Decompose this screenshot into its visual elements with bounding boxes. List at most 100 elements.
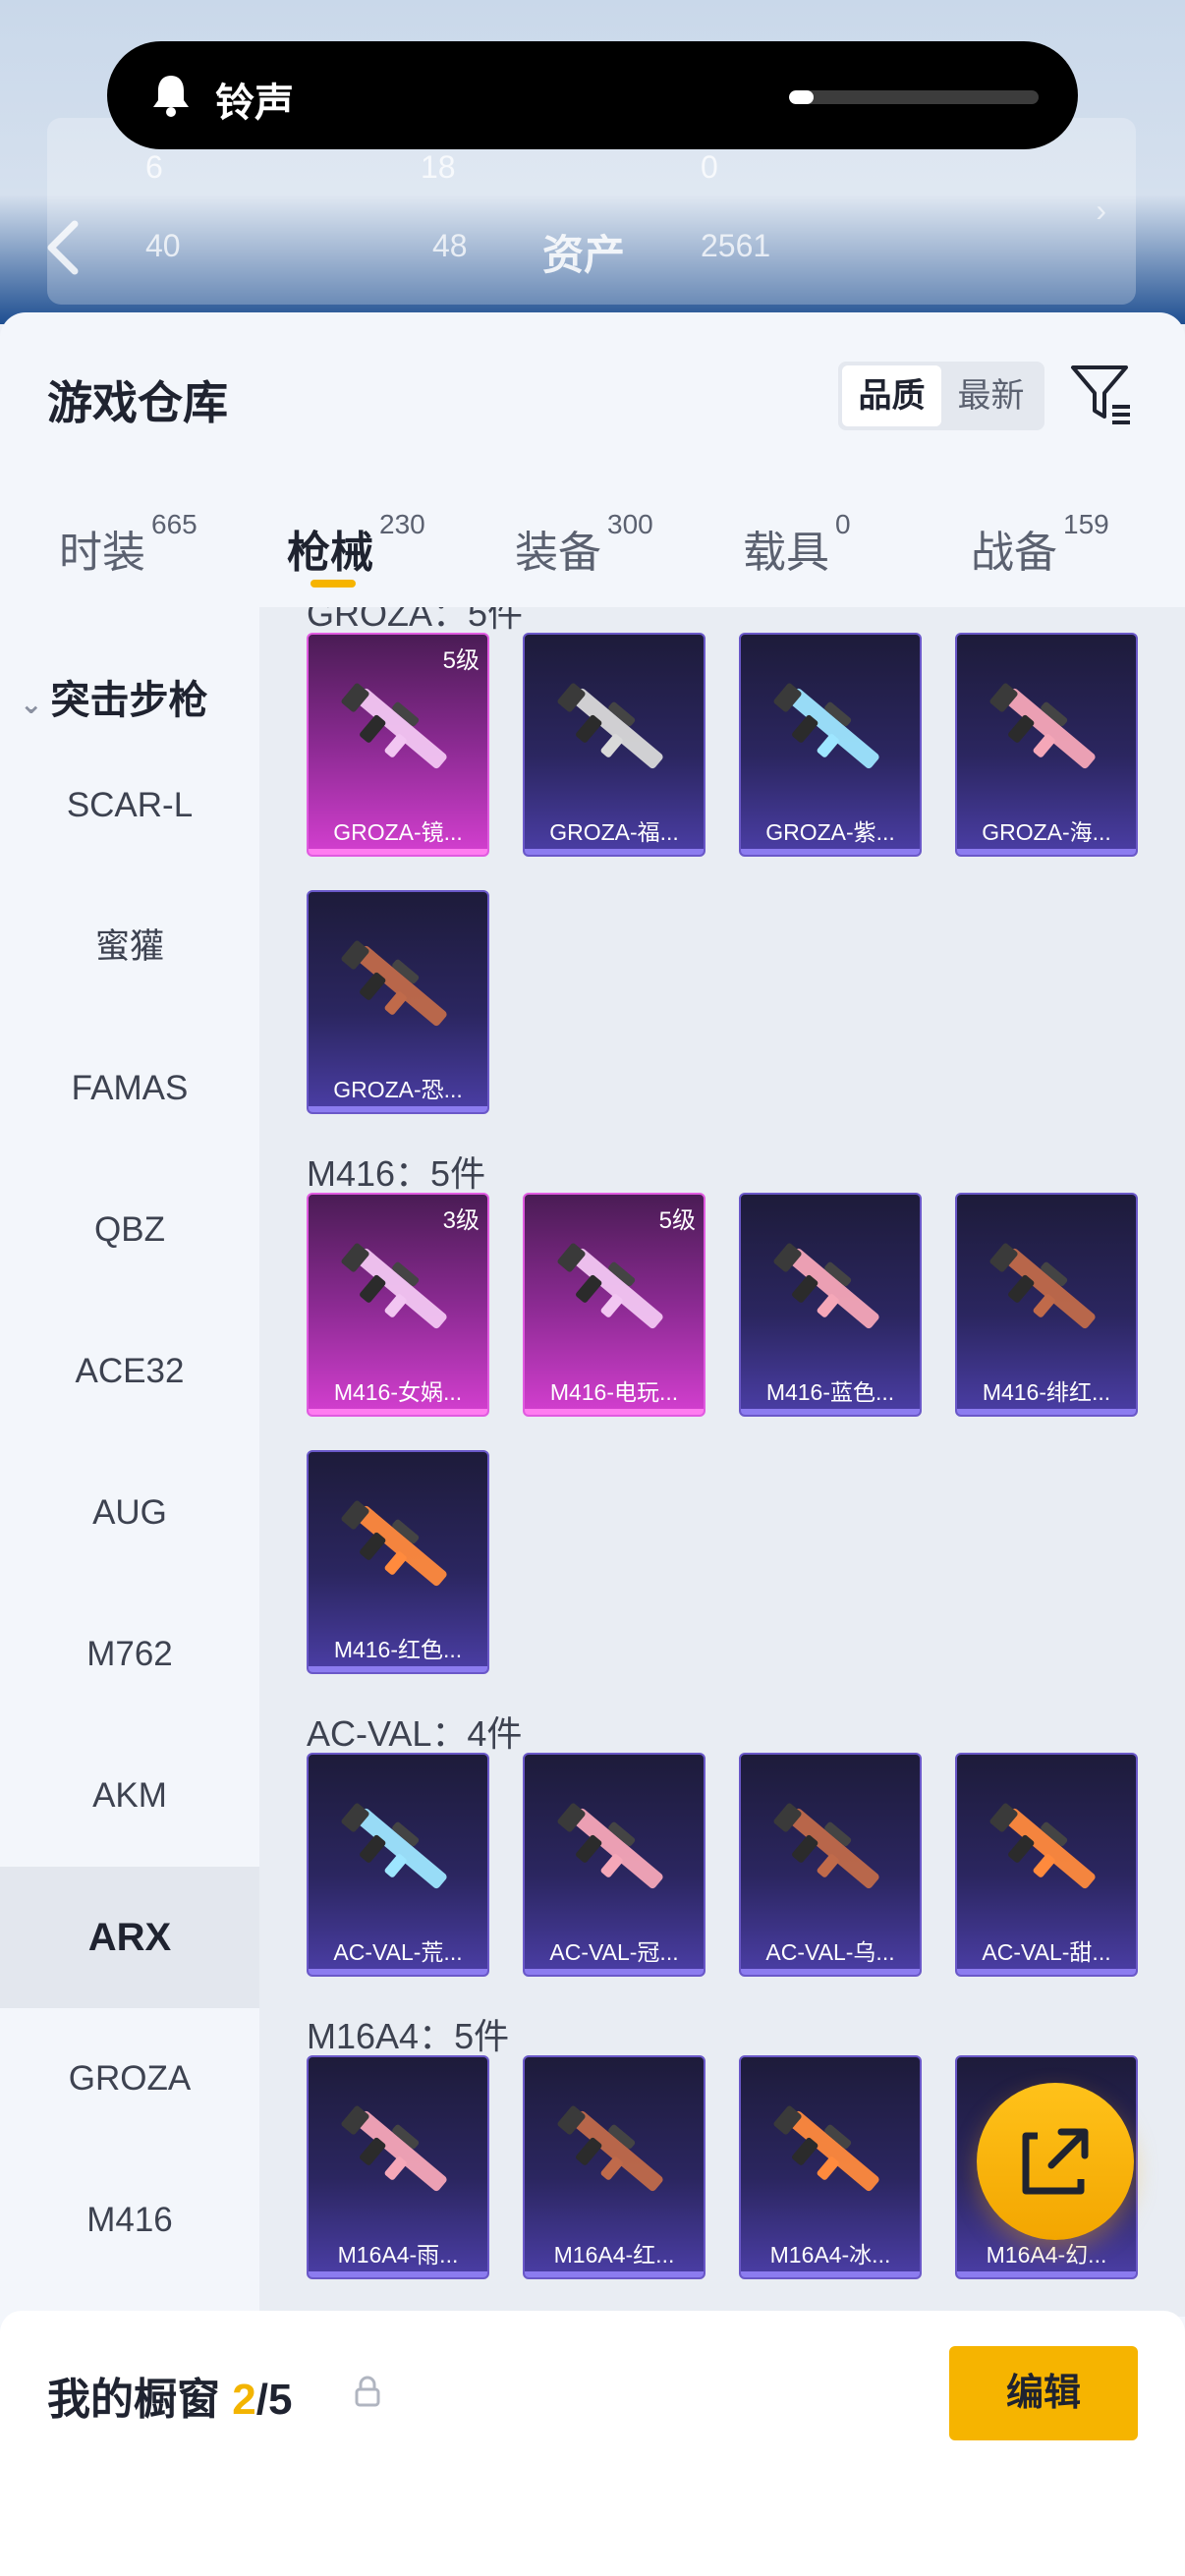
stat-value: 40 <box>145 228 181 263</box>
weapon-card[interactable]: AC-VAL-冠... <box>523 1753 705 1977</box>
weapon-group-title: M16A4：5件 <box>307 2016 510 2056</box>
weapon-card[interactable]: M16A4-冰... <box>739 2055 922 2279</box>
tab-label: 时装 <box>59 529 145 577</box>
sort-quality-button[interactable]: 品质 <box>842 365 941 426</box>
rifle-icon <box>341 1243 447 1329</box>
filter-icon[interactable] <box>1069 362 1134 426</box>
category-group-header[interactable]: ⌄ 突击步枪 <box>20 668 207 725</box>
ringer-notification: 铃声 <box>107 41 1078 149</box>
rifle-icon <box>341 940 447 1027</box>
category-item[interactable]: M416 <box>0 2150 259 2291</box>
rarity-bar <box>741 1409 920 1415</box>
tab-label: 枪械 <box>287 529 373 577</box>
weapon-card[interactable]: GROZA-福... <box>523 633 705 857</box>
rarity-bar <box>525 1409 704 1415</box>
rifle-icon <box>773 2105 879 2192</box>
weapon-name: M416-女娲... <box>333 1379 463 1405</box>
inventory-sheet: 游戏仓库 品质 最新 时装665 枪械230 装备300 载具0 战备159 ⌄… <box>0 312 1185 2576</box>
rifle-icon <box>773 683 879 769</box>
weapon-card[interactable]: M416-绯红... <box>955 1193 1138 1417</box>
weapon-card[interactable]: AC-VAL-荒... <box>307 1753 489 1977</box>
category-item[interactable]: FAMAS <box>0 1018 259 1159</box>
weapon-card[interactable]: M416-蓝色... <box>739 1193 922 1417</box>
active-tab-indicator <box>310 580 356 588</box>
tab-label: 载具 <box>743 529 829 577</box>
weapon-card[interactable]: M416-红色... <box>307 1450 489 1674</box>
share-fab[interactable] <box>977 2083 1134 2240</box>
tab-firearms[interactable]: 枪械230 <box>287 509 425 580</box>
edit-button[interactable]: 编辑 <box>949 2346 1138 2440</box>
tab-count: 665 <box>151 509 198 540</box>
rifle-icon <box>989 1803 1096 1889</box>
chevron-right-icon[interactable]: › <box>1096 193 1106 229</box>
volume-bar <box>789 90 1039 104</box>
rarity-bar <box>525 2271 704 2277</box>
rarity-bar <box>309 2271 487 2277</box>
rifle-icon <box>557 2105 663 2192</box>
weapon-name: GROZA-海... <box>982 819 1111 845</box>
weapon-name: M16A4-雨... <box>337 2242 459 2268</box>
ringer-label: 铃声 <box>215 82 294 125</box>
weapon-level: 5级 <box>658 1207 696 1234</box>
showcase-label: 我的橱窗 2/5 <box>47 2364 292 2427</box>
showcase-title: 我的橱窗 <box>47 2376 220 2424</box>
tab-equipment[interactable]: 装备300 <box>515 509 653 580</box>
category-item[interactable]: SCAR-L <box>0 735 259 876</box>
category-tabs: 时装665 枪械230 装备300 载具0 战备159 <box>0 499 1185 607</box>
weapon-name: GROZA-恐... <box>333 1077 463 1102</box>
weapon-name: AC-VAL-冠... <box>549 1939 679 1965</box>
rifle-icon <box>341 1803 447 1889</box>
showcase-total: /5 <box>255 2376 293 2424</box>
weapon-card[interactable]: GROZA-海... <box>955 633 1138 857</box>
weapon-group-title: M416：5件 <box>307 1153 486 1194</box>
weapon-card[interactable]: AC-VAL-甜... <box>955 1753 1138 1977</box>
category-item[interactable]: AUG <box>0 1442 259 1584</box>
rifle-icon <box>989 683 1096 769</box>
stat-value: 0 <box>701 149 718 185</box>
back-arrow-icon[interactable] <box>43 218 83 277</box>
sort-toggle: 品质 最新 <box>838 362 1044 430</box>
tab-supplies[interactable]: 战备159 <box>971 509 1109 580</box>
tab-vehicles[interactable]: 载具0 <box>743 509 851 580</box>
chevron-down-icon: ⌄ <box>20 689 43 719</box>
rarity-bar <box>309 1409 487 1415</box>
rifle-icon <box>341 683 447 769</box>
weapon-card[interactable]: GROZA-紫... <box>739 633 922 857</box>
tab-fashion[interactable]: 时装665 <box>59 509 198 580</box>
category-group-label: 突击步枪 <box>50 679 208 722</box>
weapon-card[interactable]: 5级 M416-电玩... <box>523 1193 705 1417</box>
rarity-bar <box>957 2271 1136 2277</box>
page-title: 资产 <box>542 232 626 278</box>
weapon-card[interactable]: 5级 GROZA-镜... <box>307 633 489 857</box>
category-item[interactable]: ARX <box>0 1867 259 2008</box>
rifle-icon <box>341 1500 447 1587</box>
external-link-icon <box>1022 2128 1089 2195</box>
weapon-card[interactable]: 3级 M416-女娲... <box>307 1193 489 1417</box>
rarity-bar <box>957 1409 1136 1415</box>
rarity-bar <box>309 849 487 855</box>
weapon-name: M416-红色... <box>333 1637 463 1662</box>
weapon-name: GROZA-紫... <box>765 819 895 845</box>
tab-count: 159 <box>1063 509 1109 540</box>
category-item[interactable]: ACE32 <box>0 1301 259 1442</box>
weapon-level: 3级 <box>442 1207 480 1234</box>
weapon-card[interactable]: M16A4-雨... <box>307 2055 489 2279</box>
category-item[interactable]: 蜜獾 <box>0 876 259 1018</box>
rifle-icon <box>773 1243 879 1329</box>
weapon-card[interactable]: GROZA-恐... <box>307 890 489 1114</box>
weapon-name: AC-VAL-乌... <box>765 1939 895 1965</box>
category-item[interactable]: M762 <box>0 1584 259 1725</box>
rarity-bar <box>309 1106 487 1112</box>
rarity-bar <box>309 1969 487 1975</box>
weapon-card[interactable]: AC-VAL-乌... <box>739 1753 922 1977</box>
category-item[interactable]: GROZA <box>0 2008 259 2150</box>
sort-latest-button[interactable]: 最新 <box>941 365 1041 426</box>
category-item[interactable]: AKM <box>0 1725 259 1867</box>
rifle-icon <box>557 683 663 769</box>
category-item[interactable]: QBZ <box>0 1159 259 1301</box>
rifle-icon <box>557 1803 663 1889</box>
weapon-group-title: AC-VAL：4件 <box>307 1713 523 1754</box>
stat-value: 18 <box>421 149 456 185</box>
weapon-card[interactable]: M16A4-红... <box>523 2055 705 2279</box>
weapon-name: M416-绯红... <box>982 1379 1111 1405</box>
